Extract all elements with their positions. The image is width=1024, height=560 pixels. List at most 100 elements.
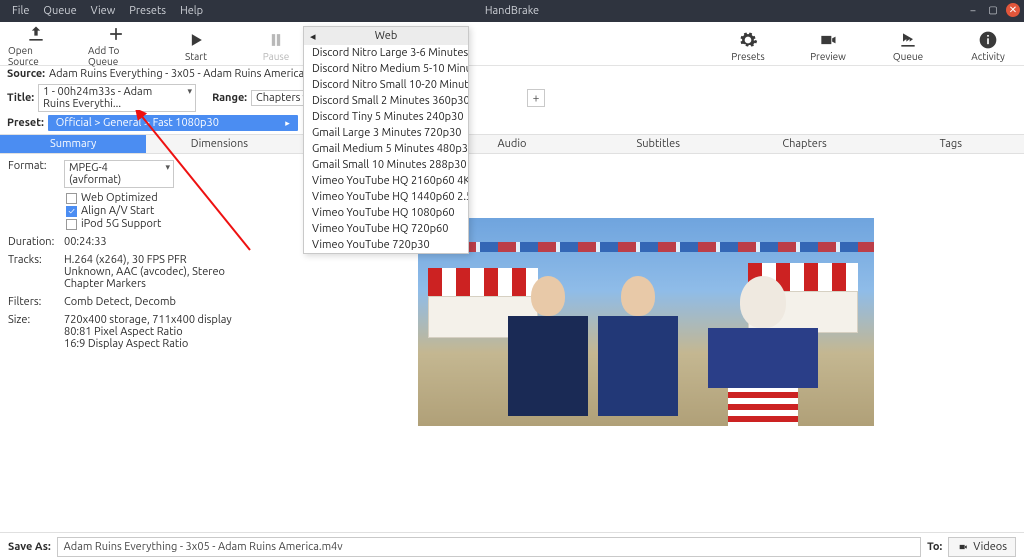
tab-subtitles[interactable]: Subtitles [585, 135, 731, 153]
menu-queue[interactable]: Queue [37, 3, 82, 19]
preset-row: Preset: Official > General > Fast 1080p3… [0, 114, 1024, 134]
tab-chapters[interactable]: Chapters [731, 135, 877, 153]
save-bar: Save As: Adam Ruins Everything - 3x05 - … [0, 532, 1024, 560]
preset-item[interactable]: Discord Small 2 Minutes 360p30 [304, 93, 468, 109]
queue-label: Queue [893, 51, 923, 62]
preview-button[interactable]: Preview [800, 30, 856, 62]
play-icon [186, 30, 206, 50]
add-button[interactable]: + [527, 89, 545, 107]
add-to-queue-label: Add To Queue [88, 45, 144, 67]
duration-label: Duration: [8, 236, 64, 248]
presets-label: Presets [731, 51, 764, 62]
bunting-decoration [418, 242, 874, 252]
preset-submenu: ◂ Web Discord Nitro Large 3-6 Minutes 10… [303, 26, 469, 254]
camera-icon [818, 30, 838, 50]
preset-item[interactable]: Vimeo YouTube HQ 720p60 [304, 221, 468, 237]
web-optimized-label: Web Optimized [81, 192, 158, 204]
menu-presets[interactable]: Presets [123, 3, 172, 19]
camera-small-icon [957, 542, 969, 552]
filters-value: Comb Detect, Decomb [64, 296, 176, 308]
activity-label: Activity [971, 51, 1005, 62]
info-icon [978, 30, 998, 50]
preset-item[interactable]: Discord Tiny 5 Minutes 240p30 [304, 109, 468, 125]
tracks-line3: Chapter Markers [64, 278, 225, 290]
checkbox-icon [66, 219, 77, 230]
preset-label: Preset: [7, 117, 44, 129]
person-decoration [598, 276, 678, 426]
size-line1: 720x400 storage, 711x400 display [64, 314, 232, 326]
menu-help[interactable]: Help [174, 3, 209, 19]
minimize-button[interactable]: – [966, 3, 980, 17]
preset-submenu-header[interactable]: ◂ Web [304, 27, 468, 45]
align-av-label: Align A/V Start [81, 205, 154, 217]
queue-button[interactable]: Queue [880, 30, 936, 62]
checkbox-icon [66, 193, 77, 204]
preset-item[interactable]: Gmail Large 3 Minutes 720p30 [304, 125, 468, 141]
range-label: Range: [212, 92, 247, 104]
tab-tags[interactable]: Tags [878, 135, 1024, 153]
toolbar: Open Source Add To Queue Start Pause Pre… [0, 22, 1024, 66]
person-decoration [508, 276, 588, 426]
preset-item[interactable]: Vimeo YouTube HQ 1440p60 2.5K [304, 189, 468, 205]
preset-value: Official > General > Fast 1080p30 [56, 117, 219, 129]
destination-button[interactable]: Videos [948, 537, 1016, 557]
tab-dimensions[interactable]: Dimensions [146, 135, 292, 153]
menu-view[interactable]: View [85, 3, 122, 19]
presets-button[interactable]: Presets [720, 30, 776, 62]
queue-icon [898, 30, 918, 50]
source-label: Source: [7, 68, 45, 80]
checkbox-checked-icon: ✓ [66, 206, 77, 217]
preset-item[interactable]: Vimeo YouTube HQ 1080p60 [304, 205, 468, 221]
source-row: Source: Adam Ruins Everything - 3x05 - A… [0, 66, 1024, 82]
submenu-title: Web [375, 30, 398, 42]
open-source-label: Open Source [8, 45, 64, 67]
save-as-label: Save As: [8, 541, 51, 553]
window-buttons: – ▢ ✕ [966, 3, 1020, 17]
tab-summary[interactable]: Summary [0, 135, 146, 153]
back-icon[interactable]: ◂ [310, 30, 316, 43]
chevron-right-icon: ▸ [285, 118, 290, 129]
filters-label: Filters: [8, 296, 64, 308]
to-label: To: [927, 541, 942, 553]
maximize-button[interactable]: ▢ [986, 3, 1000, 17]
start-button[interactable]: Start [168, 30, 224, 62]
format-select[interactable]: MPEG-4 (avformat) [64, 160, 174, 188]
preset-item[interactable]: Gmail Medium 5 Minutes 480p30 [304, 141, 468, 157]
menubar: File Queue View Presets Help [0, 3, 215, 19]
tracks-line2: Unknown, AAC (avcodec), Stereo [64, 266, 225, 278]
gear-icon [738, 30, 758, 50]
add-to-queue-button[interactable]: Add To Queue [88, 24, 144, 67]
preset-item[interactable]: Discord Nitro Small 10-20 Minutes 480p30 [304, 77, 468, 93]
preset-select[interactable]: Official > General > Fast 1080p30 ▸ [48, 115, 298, 131]
upload-icon [26, 24, 46, 44]
close-button[interactable]: ✕ [1006, 3, 1020, 17]
person-decoration [708, 276, 818, 426]
start-label: Start [185, 51, 207, 62]
pause-label: Pause [263, 51, 290, 62]
preset-item[interactable]: Discord Nitro Large 3-6 Minutes 1080p30 [304, 45, 468, 61]
preset-item[interactable]: Vimeo YouTube 720p30 [304, 237, 468, 253]
title-select[interactable]: 1 - 00h24m33s - Adam Ruins Everythi... [38, 84, 196, 112]
title-label: Title: [7, 92, 34, 104]
activity-button[interactable]: Activity [960, 30, 1016, 62]
duration-value: 00:24:33 [64, 236, 107, 248]
preview-label: Preview [810, 51, 846, 62]
pause-button: Pause [248, 30, 304, 62]
pause-icon [266, 30, 286, 50]
title-range-row: Title: 1 - 00h24m33s - Adam Ruins Everyt… [0, 82, 1024, 114]
video-preview [418, 218, 874, 426]
tracks-line1: H.264 (x264), 30 FPS PFR [64, 254, 225, 266]
preset-item[interactable]: Vimeo YouTube HQ 2160p60 4K [304, 173, 468, 189]
ipod-label: iPod 5G Support [81, 218, 161, 230]
titlebar: File Queue View Presets Help HandBrake –… [0, 0, 1024, 22]
save-as-field[interactable]: Adam Ruins Everything - 3x05 - Adam Ruin… [57, 537, 921, 557]
format-label: Format: [8, 160, 64, 188]
open-source-button[interactable]: Open Source [8, 24, 64, 67]
menu-file[interactable]: File [6, 3, 35, 19]
size-label: Size: [8, 314, 64, 350]
preset-item[interactable]: Gmail Small 10 Minutes 288p30 [304, 157, 468, 173]
tabbar: Summary Dimensions Audio Subtitles Chapt… [0, 134, 1024, 154]
size-line3: 16:9 Display Aspect Ratio [64, 338, 232, 350]
preset-item[interactable]: Discord Nitro Medium 5-10 Minutes 720p30 [304, 61, 468, 77]
tracks-label: Tracks: [8, 254, 64, 290]
